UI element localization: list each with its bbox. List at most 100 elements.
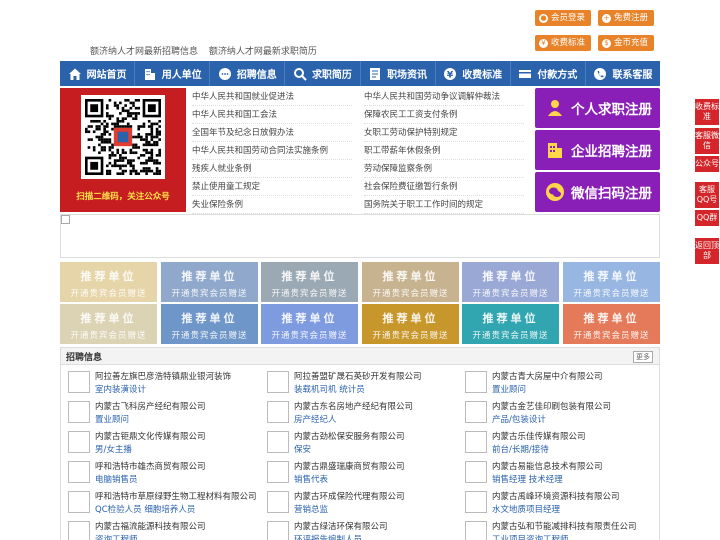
recommended-unit-slot[interactable]: 推荐单位 开通贵宾会员赠送	[563, 304, 660, 344]
nav-payment[interactable]: 付款方式	[511, 61, 586, 86]
law-link[interactable]: 禁止使用童工规定	[192, 178, 352, 196]
law-link[interactable]: 残疾人就业条例	[192, 160, 352, 178]
job-position[interactable]: 保安	[294, 443, 311, 455]
law-link[interactable]: 劳动保障监察条例	[364, 160, 524, 178]
law-link[interactable]: 国务院关于职工工作时间的规定	[364, 196, 524, 214]
company-logo[interactable]	[68, 491, 90, 513]
nav-contact[interactable]: 联系客服	[586, 61, 660, 86]
company-name[interactable]: 内蒙古弘和节能减排科技有限责任公司	[492, 520, 637, 532]
company-name[interactable]: 内蒙古福流能源科技有限公司	[95, 520, 206, 532]
float-back-to-top[interactable]: 返回顶部	[695, 238, 719, 264]
law-link[interactable]: 中华人民共和国劳动争议调解仲裁法	[364, 88, 524, 106]
company-name[interactable]: 内蒙古东名房地产经纪有限公司	[294, 400, 413, 412]
company-logo[interactable]	[267, 431, 289, 453]
float-qq-group[interactable]: QQ群	[695, 210, 719, 226]
company-logo[interactable]	[465, 491, 487, 513]
law-link[interactable]: 失业保险条例	[192, 196, 352, 214]
float-pricing[interactable]: 收费标准	[695, 99, 719, 125]
company-name[interactable]: 内蒙古青大房屋中介有限公司	[492, 370, 603, 382]
job-position[interactable]: 置业顾问	[492, 383, 526, 395]
job-position[interactable]: 营销总监	[294, 503, 328, 515]
company-logo[interactable]	[267, 521, 289, 540]
job-item[interactable]: 内蒙古弘和节能减排科技有限责任公司 工业项目咨询工程师	[460, 518, 650, 540]
nav-news[interactable]: 职场资讯	[361, 61, 436, 86]
job-item[interactable]: 内蒙古青大房屋中介有限公司 置业顾问	[460, 368, 650, 396]
float-service-wechat[interactable]: 客服微信	[695, 128, 719, 154]
recommended-unit-slot[interactable]: 推荐单位 开通贵宾会员赠送	[362, 262, 459, 302]
job-item[interactable]: 内蒙古鼎盛瑞康商贸有限公司 销售代表	[262, 458, 452, 486]
company-name[interactable]: 呼和浩特市雄杰商贸有限公司	[95, 460, 206, 472]
recommended-unit-slot[interactable]: 推荐单位 开通贵宾会员赠送	[462, 262, 559, 302]
recommended-unit-slot[interactable]: 推荐单位 开通贵宾会员赠送	[261, 262, 358, 302]
company-logo[interactable]	[465, 401, 487, 423]
nav-pricing[interactable]: ¥ 收费标准	[436, 61, 511, 86]
latest-jobs-link[interactable]: 额济纳人才网最新招聘信息	[90, 47, 198, 57]
job-position[interactable]: 室内装潢设计	[95, 383, 146, 395]
job-position[interactable]: 装载机司机 统计员	[294, 383, 365, 395]
law-link[interactable]: 中华人民共和国劳动合同法实施条例	[192, 142, 352, 160]
company-name[interactable]: 内蒙古金艺佳印刷包装有限公司	[492, 400, 611, 412]
company-logo[interactable]	[465, 521, 487, 540]
company-name[interactable]: 内蒙古环成保险代理有限公司	[294, 490, 405, 502]
job-position[interactable]: 电脑销售员	[95, 473, 138, 485]
job-item[interactable]: 内蒙古钜鼎文化传媒有限公司 男/女主播	[63, 428, 253, 456]
register-button[interactable]: + 免费注册	[598, 10, 655, 26]
recharge-button[interactable]: $ 金币充值	[598, 35, 655, 51]
law-link[interactable]: 中华人民共和国就业促进法	[192, 88, 352, 106]
recommended-unit-slot[interactable]: 推荐单位 开通贵宾会员赠送	[161, 262, 258, 302]
job-item[interactable]: 内蒙古东名房地产经纪有限公司 房产经纪人	[262, 398, 452, 426]
recommended-unit-slot[interactable]: 推荐单位 开通贵宾会员赠送	[60, 262, 157, 302]
pricing-button[interactable]: ¥ 收费标准	[535, 35, 592, 51]
job-position[interactable]: 前台/长期/接待	[492, 443, 549, 455]
job-item[interactable]: 内蒙古福流能源科技有限公司 咨询工程师	[63, 518, 253, 540]
job-item[interactable]: 内蒙古环成保险代理有限公司 营销总监	[262, 488, 452, 516]
company-logo[interactable]	[465, 431, 487, 453]
company-logo[interactable]	[68, 431, 90, 453]
job-position[interactable]: 男/女主播	[95, 443, 132, 455]
company-name[interactable]: 内蒙古劲松保安服务有限公司	[294, 430, 405, 442]
job-item[interactable]: 呼和浩特市草原绿野生物工程材料有限公司 QC检验人员 细胞培养人员	[63, 488, 257, 516]
company-name[interactable]: 内蒙古鼎盛瑞康商贸有限公司	[294, 460, 405, 472]
recommended-unit-slot[interactable]: 推荐单位 开通贵宾会员赠送	[161, 304, 258, 344]
company-name[interactable]: 内蒙古易能信息技术有限公司	[492, 460, 603, 472]
job-position[interactable]: QC检验人员 细胞培养人员	[95, 503, 195, 515]
law-link[interactable]: 社会保险费征缴暂行条例	[364, 178, 524, 196]
job-item[interactable]: 阿拉善盟矿晟石英砂开发有限公司 装载机司机 统计员	[262, 368, 452, 396]
job-position[interactable]: 置业顾问	[95, 413, 129, 425]
ad-banner[interactable]	[60, 214, 660, 258]
company-logo[interactable]	[267, 491, 289, 513]
company-name[interactable]: 内蒙古禹峰环境资源科技有限公司	[492, 490, 620, 502]
job-item[interactable]: 阿拉善左旗巴彦浩特镇鼎业银河装饰 室内装潢设计	[63, 368, 253, 396]
law-link[interactable]: 女职工劳动保护特别规定	[364, 124, 524, 142]
company-name[interactable]: 内蒙古飞科房产经纪有限公司	[95, 400, 206, 412]
company-logo[interactable]	[267, 401, 289, 423]
nav-resumes[interactable]: 求职简历	[285, 61, 361, 86]
job-item[interactable]: 内蒙古禹峰环境资源科技有限公司 水文地质项目经理	[460, 488, 650, 516]
law-link[interactable]: 中华人民共和国工会法	[192, 106, 352, 124]
job-position[interactable]: 销售代表	[294, 473, 328, 485]
latest-resumes-link[interactable]: 额济纳人才网最新求职简历	[209, 47, 317, 57]
nav-home[interactable]: 网站首页	[60, 61, 136, 86]
company-name[interactable]: 内蒙古绿洁环保有限公司	[294, 520, 388, 532]
recommended-unit-slot[interactable]: 推荐单位 开通贵宾会员赠送	[261, 304, 358, 344]
company-logo[interactable]	[68, 401, 90, 423]
nav-jobs[interactable]: 招聘信息	[210, 61, 286, 86]
wechat-register-button[interactable]: 微信扫码注册	[535, 172, 660, 212]
law-link[interactable]: 职工带薪年休假条例	[364, 142, 524, 160]
jobs-more-button[interactable]: 更多	[633, 351, 653, 363]
company-name[interactable]: 内蒙古钜鼎文化传媒有限公司	[95, 430, 206, 442]
company-logo[interactable]	[267, 371, 289, 393]
job-item[interactable]: 呼和浩特市雄杰商贸有限公司 电脑销售员	[63, 458, 253, 486]
recommended-unit-slot[interactable]: 推荐单位 开通贵宾会员赠送	[60, 304, 157, 344]
job-position[interactable]: 房产经纪人	[294, 413, 337, 425]
company-register-button[interactable]: 企业招聘注册	[535, 130, 660, 170]
float-service-qq[interactable]: 客服QQ号	[695, 182, 719, 208]
job-position[interactable]: 工业项目咨询工程师	[492, 533, 569, 540]
company-logo[interactable]	[68, 371, 90, 393]
law-link[interactable]: 全国年节及纪念日放假办法	[192, 124, 352, 142]
company-name[interactable]: 阿拉善左旗巴彦浩特镇鼎业银河装饰	[95, 370, 231, 382]
job-position[interactable]: 销售经理 技术经理	[492, 473, 563, 485]
company-logo[interactable]	[267, 461, 289, 483]
job-position[interactable]: 咨询工程师	[95, 533, 138, 540]
job-item[interactable]: 内蒙古绿洁环保有限公司 环评报告编制人员	[262, 518, 452, 540]
